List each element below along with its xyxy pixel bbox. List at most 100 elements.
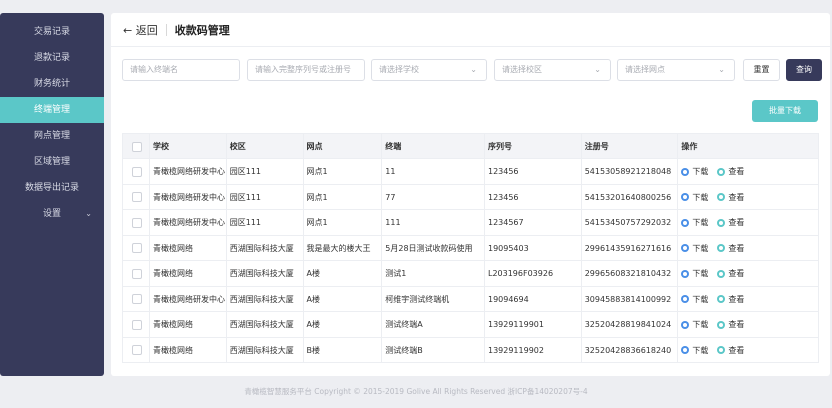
campus-cell: 西湖国际科技大厦 — [227, 286, 304, 311]
sidebar-item-data-export[interactable]: 数据导出记录 — [0, 175, 104, 201]
row-checkbox[interactable] — [132, 166, 142, 177]
chevron-down-icon: ⌄ — [470, 65, 477, 74]
row-select-cell — [123, 184, 150, 209]
sidebar-item-transactions[interactable]: 交易记录 — [0, 19, 104, 45]
download-action[interactable]: 下载 — [681, 287, 708, 312]
download-action[interactable]: 下载 — [681, 236, 708, 261]
table-row: 青橄榄网络 西湖国际科技大厦 B楼 测试终端B 13929119902 325204288… — [123, 337, 818, 363]
view-icon — [717, 269, 726, 278]
sidebar-item-refunds[interactable]: 退款记录 — [0, 45, 104, 71]
reset-button[interactable]: 重置 — [743, 59, 780, 81]
download-action[interactable]: 下载 — [681, 159, 708, 184]
table-row: 青橄榄网络 西湖国际科技大厦 A楼 测试1 L203196F03926 299656083… — [123, 261, 818, 287]
view-label: 查看 — [728, 345, 745, 355]
view-label: 查看 — [728, 167, 745, 176]
table-row: 青橄榄网络 西湖国际科技大厦 A楼 测试终端A 13929119901 325204288… — [123, 312, 818, 338]
terminal-cell: 柯维宇测试终端机 — [382, 286, 485, 311]
table-row: 青橄榄网络研发中心 园区111 网点1 11 123456 541530589212180… — [123, 159, 818, 185]
filter-bar: 请输入终端名 请输入完整序列号或注册号 请选择学校 ⌄ 请选择校区 ⌄ 请选择网点 ⌄… — [122, 59, 822, 81]
row-select-cell — [123, 261, 150, 286]
table-row: 青橄榄网络研发中心 西湖国际科技大厦 A楼 柯维宇测试终端机 19094694 30945… — [123, 286, 818, 312]
table-row: 青橄榄网络研发中心 园区111 网点1 77 123456 541532016408002… — [123, 184, 818, 210]
view-action[interactable]: 查看 — [717, 236, 744, 261]
view-action[interactable]: 查看 — [717, 287, 744, 312]
campus-cell: 西湖国际科技大厦 — [227, 312, 304, 337]
terminal-cell: 111 — [382, 210, 485, 235]
sidebar-item-regions[interactable]: 区域管理 — [0, 149, 104, 175]
query-button[interactable]: 查询 — [786, 59, 822, 81]
row-checkbox[interactable] — [132, 345, 142, 355]
serial-number-input[interactable]: 请输入完整序列号或注册号 — [247, 59, 365, 81]
outlet-cell: 网点1 — [304, 184, 383, 209]
view-action[interactable]: 查看 — [717, 338, 744, 363]
table-row: 青橄榄网络研发中心 园区111 网点1 111 1234567 5415345075729… — [123, 210, 818, 236]
serial-cell: 13929119902 — [485, 337, 582, 362]
campus-select[interactable]: 请选择校区 ⌄ — [494, 59, 611, 81]
batch-download-button[interactable]: 批量下载 — [752, 100, 818, 122]
download-action[interactable]: 下载 — [681, 185, 708, 210]
sidebar-item-label: 财务统计 — [33, 79, 70, 89]
school-select[interactable]: 请选择学校 ⌄ — [371, 59, 487, 81]
view-icon — [717, 218, 726, 227]
view-icon — [717, 244, 726, 252]
terminal-cell: 5月28日测试收款码使用 — [382, 235, 485, 260]
view-action[interactable]: 查看 — [717, 261, 744, 286]
campus-cell: 西湖国际科技大厦 — [227, 235, 304, 260]
row-checkbox[interactable] — [132, 217, 142, 228]
row-checkbox[interactable] — [132, 319, 142, 330]
view-action[interactable]: 查看 — [717, 159, 744, 184]
serial-cell: L203196F03926 — [485, 261, 582, 286]
registration-cell: 54153058921218048 — [582, 159, 679, 184]
terminal-table: 学校 校区 网点 终端 序列号 注册号 操作 青橄榄网络研发中心 园区111 网点1… — [122, 133, 819, 363]
row-checkbox[interactable] — [132, 294, 142, 304]
registration-cell: 54153201640800256 — [582, 184, 679, 209]
download-icon — [681, 269, 690, 278]
terminal-name-placeholder: 请输入终端名 — [130, 65, 178, 74]
sidebar-item-finance[interactable]: 财务统计 — [0, 71, 104, 97]
actions-cell: 下载 查看 — [678, 312, 818, 337]
column-header-outlet: 网点 — [304, 134, 383, 158]
row-checkbox[interactable] — [132, 192, 142, 202]
outlet-select[interactable]: 请选择网点 ⌄ — [617, 59, 735, 81]
view-action[interactable]: 查看 — [717, 210, 744, 235]
view-label: 查看 — [728, 218, 745, 227]
registration-cell: 29965608321810432 — [582, 261, 679, 286]
view-action[interactable]: 查看 — [717, 185, 744, 210]
chevron-down-icon: ⌄ — [85, 209, 92, 218]
school-cell: 青橄榄网络研发中心 — [150, 286, 227, 311]
sidebar-item-label: 数据导出记录 — [24, 183, 79, 193]
download-icon — [681, 295, 690, 303]
download-action[interactable]: 下载 — [681, 210, 708, 235]
school-cell: 青橄榄网络 — [150, 312, 227, 337]
campus-cell: 园区111 — [227, 159, 304, 184]
registration-cell: 32520428819841024 — [582, 312, 679, 337]
row-checkbox[interactable] — [132, 243, 142, 253]
download-action[interactable]: 下载 — [681, 261, 708, 286]
row-select-cell — [123, 337, 150, 362]
serial-cell: 1234567 — [485, 210, 582, 235]
select-all-checkbox[interactable] — [132, 141, 142, 152]
sidebar-item-outlets[interactable]: 网点管理 — [0, 123, 104, 149]
view-label: 查看 — [728, 192, 745, 202]
download-icon — [681, 193, 690, 201]
terminal-name-input[interactable]: 请输入终端名 — [122, 59, 240, 81]
table-row: 青橄榄网络 西湖国际科技大厦 我是最大的楼大王 5月28日测试收款码使用 1909540… — [123, 235, 818, 261]
column-header-serial: 序列号 — [485, 134, 582, 158]
row-select-cell — [123, 210, 150, 235]
row-checkbox[interactable] — [132, 268, 142, 279]
back-button[interactable]: ← 返回 — [123, 22, 158, 38]
download-action[interactable]: 下载 — [681, 312, 708, 337]
sidebar-item-settings[interactable]: 设置 ⌄ — [0, 201, 104, 227]
actions-cell: 下载 查看 — [678, 159, 818, 184]
view-label: 查看 — [728, 294, 745, 304]
terminal-cell: 测试终端B — [382, 337, 485, 362]
page-header: ← 返回 收款码管理 — [111, 13, 830, 47]
view-action[interactable]: 查看 — [717, 312, 744, 337]
campus-cell: 西湖国际科技大厦 — [227, 261, 304, 286]
download-action[interactable]: 下载 — [681, 338, 708, 363]
outlet-cell: 网点1 — [304, 210, 383, 235]
column-header-campus: 校区 — [227, 134, 304, 158]
campus-cell: 园区111 — [227, 184, 304, 209]
school-cell: 青橄榄网络 — [150, 337, 227, 362]
sidebar-item-terminals[interactable]: 终端管理 — [0, 97, 104, 123]
